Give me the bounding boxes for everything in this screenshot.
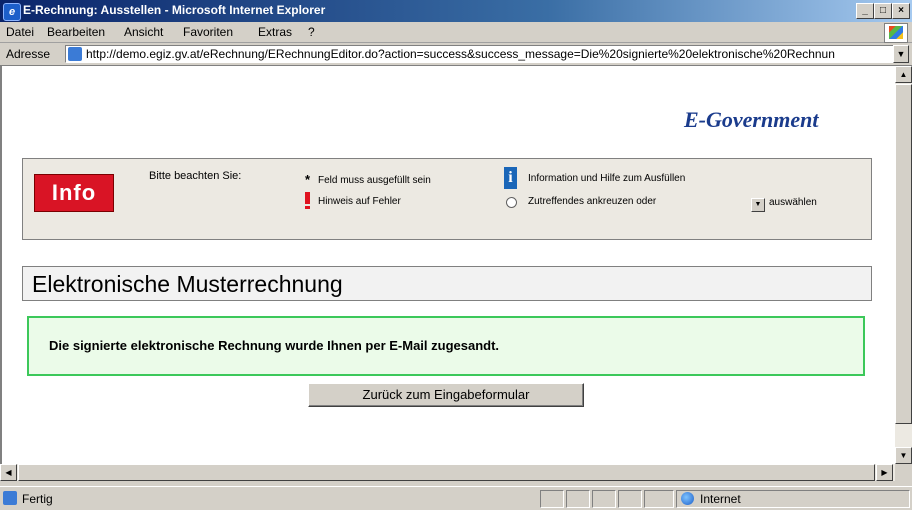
address-label: Adresse [6, 47, 51, 61]
windows-flag-icon [889, 26, 903, 39]
status-pane [618, 490, 642, 508]
info-legend-box: Info Bitte beachten Sie: * Feld muss aus… [22, 158, 872, 240]
scroll-down-arrow-icon[interactable]: ▼ [895, 447, 912, 464]
page-viewport: E-Government Info Bitte beachten Sie: * … [0, 66, 895, 464]
horizontal-scrollbar[interactable]: ◀ ▶ [0, 464, 895, 481]
status-pane [592, 490, 616, 508]
menu-help[interactable]: ? [308, 25, 315, 39]
maximize-button[interactable]: □ [874, 3, 892, 19]
close-button[interactable]: × [892, 3, 910, 19]
windows-logo-throbber [884, 23, 908, 43]
horizontal-scroll-thumb[interactable] [18, 464, 875, 481]
security-zone-text: Internet [700, 492, 741, 506]
legend-help: Information und Hilfe zum Ausfüllen [528, 173, 686, 184]
menu-datei[interactable]: Datei [6, 25, 34, 39]
legend-required: Feld muss ausgefüllt sein [318, 175, 431, 186]
status-text: Fertig [22, 492, 53, 506]
scroll-left-arrow-icon[interactable]: ◀ [0, 464, 17, 481]
status-bar: Fertig Internet [0, 486, 912, 510]
info-help-icon: i [504, 167, 517, 189]
page-icon [68, 47, 82, 61]
internet-zone-globe-icon [681, 492, 694, 505]
error-exclamation-icon [305, 192, 310, 209]
scroll-right-arrow-icon[interactable]: ▶ [876, 464, 893, 481]
address-input[interactable]: http://demo.egiz.gv.at/eRechnung/ERechnu… [65, 45, 899, 63]
internet-explorer-icon: e [3, 3, 21, 21]
page-title: Elektronische Musterrechnung [22, 266, 872, 301]
back-to-form-button[interactable]: Zurück zum Eingabeformular [308, 383, 584, 407]
legend-error: Hinweis auf Fehler [318, 196, 401, 207]
legend-radio: Zutreffendes ankreuzen oder [528, 196, 657, 207]
address-dropdown-button[interactable]: ▼ [893, 45, 909, 63]
info-badge: Info [34, 174, 114, 212]
minimize-button[interactable]: _ [856, 3, 874, 19]
info-title: Bitte beachten Sie: [149, 170, 242, 182]
window-title: E-Rechnung: Ausstellen - Microsoft Inter… [23, 3, 326, 17]
vertical-scrollbar[interactable]: ▲ ▼ [895, 66, 912, 464]
window-title-bar[interactable]: e E-Rechnung: Ausstellen - Microsoft Int… [0, 0, 912, 22]
radio-icon [506, 197, 517, 208]
success-message: Die signierte elektronische Rechnung wur… [27, 316, 865, 376]
e-government-logo: E-Government [684, 107, 819, 132]
menu-bar: Datei Bearbeiten Ansicht Favoriten Extra… [0, 22, 912, 43]
required-star-icon: * [305, 172, 311, 187]
status-pane [566, 490, 590, 508]
menu-favoriten[interactable]: Favoriten [183, 25, 233, 39]
menu-ansicht[interactable]: Ansicht [124, 25, 163, 39]
menu-extras[interactable]: Extras [258, 25, 292, 39]
menu-bearbeiten[interactable]: Bearbeiten [47, 25, 105, 39]
address-bar: Adresse http://demo.egiz.gv.at/eRechnung… [0, 43, 912, 66]
page-status-icon [3, 491, 17, 505]
status-pane [540, 490, 564, 508]
select-dropdown-icon: ▼ [751, 198, 765, 212]
vertical-scroll-thumb[interactable] [895, 84, 912, 424]
address-url[interactable]: http://demo.egiz.gv.at/eRechnung/ERechnu… [86, 47, 835, 61]
legend-select: auswählen [769, 197, 817, 208]
scroll-up-arrow-icon[interactable]: ▲ [895, 66, 912, 83]
scrollbar-corner [895, 464, 912, 481]
status-pane [644, 490, 674, 508]
